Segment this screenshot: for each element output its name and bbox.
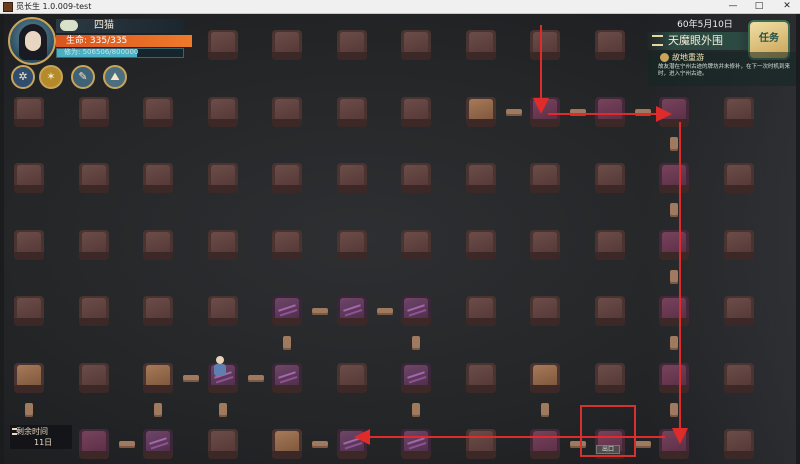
chat-icon[interactable] (60, 20, 78, 31)
map-tile[interactable] (401, 229, 431, 260)
mission-description: 故友潜在宁州古迹的牌坊并未修补，在下一次时机到来时，进入宁州古迹。 (658, 64, 791, 77)
map-tile[interactable] (336, 296, 367, 326)
map-tile[interactable] (143, 229, 173, 260)
map-tile[interactable] (723, 362, 754, 393)
map-tile[interactable] (659, 362, 689, 393)
map-tile[interactable] (723, 163, 754, 193)
map-tile[interactable] (78, 96, 109, 127)
map-tile[interactable] (272, 296, 302, 326)
cultivation-text: 修为: 506506/800000 (64, 48, 139, 56)
map-tile[interactable] (272, 96, 302, 127)
quest-button-label: 任务 (759, 33, 779, 44)
map-tile[interactable] (272, 229, 302, 260)
map-tile[interactable] (401, 96, 431, 127)
map-tile[interactable] (530, 30, 560, 60)
map-tile[interactable] (14, 362, 44, 393)
map-tile[interactable] (530, 362, 560, 393)
map-tile[interactable] (14, 96, 44, 127)
map-tile[interactable] (401, 30, 431, 60)
map-tile[interactable] (207, 296, 238, 326)
map-tile[interactable] (465, 429, 496, 459)
exit-label[interactable]: 出口 (596, 445, 620, 454)
map-tile[interactable] (401, 362, 431, 393)
map-tile[interactable] (78, 229, 109, 260)
map-tile[interactable] (207, 163, 238, 193)
game-date: 60年5月10日 (677, 20, 733, 30)
sword-icon[interactable]: ✶ (39, 65, 63, 89)
map-tile[interactable] (530, 296, 560, 326)
map-tile[interactable] (594, 30, 625, 60)
map-tile[interactable] (594, 96, 625, 127)
map-tile[interactable] (594, 362, 625, 393)
map-tile[interactable] (530, 429, 560, 459)
map-icon[interactable]: ⛰ (103, 65, 127, 89)
map-tile[interactable] (207, 30, 238, 60)
map-tile[interactable] (594, 296, 625, 326)
map-tile[interactable] (143, 362, 173, 393)
map-tile[interactable] (659, 163, 689, 193)
map-tile[interactable] (465, 296, 496, 326)
map-tile[interactable] (336, 229, 367, 260)
map-tile[interactable] (465, 96, 496, 127)
player-panel: 四猫 生命: 335/335 修为: 506506/800000 ✲ ✶ ✎ ⛰ (8, 17, 192, 89)
scroll-icon[interactable]: ✎ (71, 65, 95, 89)
map-tile[interactable] (401, 296, 431, 326)
map-tile[interactable] (336, 429, 367, 459)
hp-text: 生命: 335/335 (66, 36, 128, 46)
map-tile[interactable] (336, 362, 367, 393)
map-tile[interactable] (659, 96, 689, 127)
timer-label: 剩余时间 (16, 427, 48, 436)
timer-value: 11日 (34, 438, 53, 447)
player-name: 四猫 (94, 20, 114, 31)
map-tile[interactable] (336, 163, 367, 193)
mission-icon (660, 53, 669, 62)
map-tile[interactable] (401, 429, 431, 459)
gate-icon (652, 35, 663, 46)
map-tile[interactable] (272, 163, 302, 193)
map-tile[interactable] (465, 229, 496, 260)
map-tile[interactable] (143, 163, 173, 193)
map-tile[interactable] (530, 96, 560, 127)
map-tile[interactable] (336, 96, 367, 127)
map-tile[interactable] (723, 229, 754, 260)
map-tile[interactable] (78, 362, 109, 393)
map-tile[interactable] (78, 296, 109, 326)
map-tile[interactable] (723, 96, 754, 127)
map-tile[interactable] (143, 296, 173, 326)
map-tile[interactable] (723, 296, 754, 326)
map-tile[interactable] (14, 229, 44, 260)
map-tile[interactable] (465, 163, 496, 193)
map-tile[interactable] (723, 429, 754, 459)
map-tile[interactable] (207, 229, 238, 260)
compass-icon[interactable]: ✲ (11, 65, 35, 89)
map-tile[interactable] (14, 163, 44, 193)
map-tile[interactable] (659, 429, 689, 459)
map-tile[interactable] (659, 296, 689, 326)
map-tile[interactable] (272, 429, 302, 459)
location-name: 天魔眼外围 (668, 34, 723, 47)
map-tile[interactable] (272, 30, 302, 60)
map-tile[interactable] (530, 163, 560, 193)
map-tile[interactable] (14, 296, 44, 326)
map-tile[interactable] (594, 229, 625, 260)
map-tile[interactable] (78, 163, 109, 193)
mission-title: 故地重游 (672, 53, 704, 62)
map-tile[interactable] (143, 96, 173, 127)
avatar[interactable] (8, 17, 56, 65)
map-tile[interactable] (659, 229, 689, 260)
player-character (210, 356, 230, 378)
map-tile[interactable] (530, 229, 560, 260)
map-tile[interactable] (401, 163, 431, 193)
map-tile[interactable] (594, 163, 625, 193)
map-tile[interactable] (207, 96, 238, 127)
map-tile[interactable] (78, 429, 109, 459)
map-tile[interactable] (465, 362, 496, 393)
map-tile[interactable] (336, 30, 367, 60)
map-tile[interactable] (272, 362, 302, 393)
map-tile[interactable] (465, 30, 496, 60)
map-tile[interactable] (207, 429, 238, 459)
map-tile[interactable] (143, 429, 173, 459)
